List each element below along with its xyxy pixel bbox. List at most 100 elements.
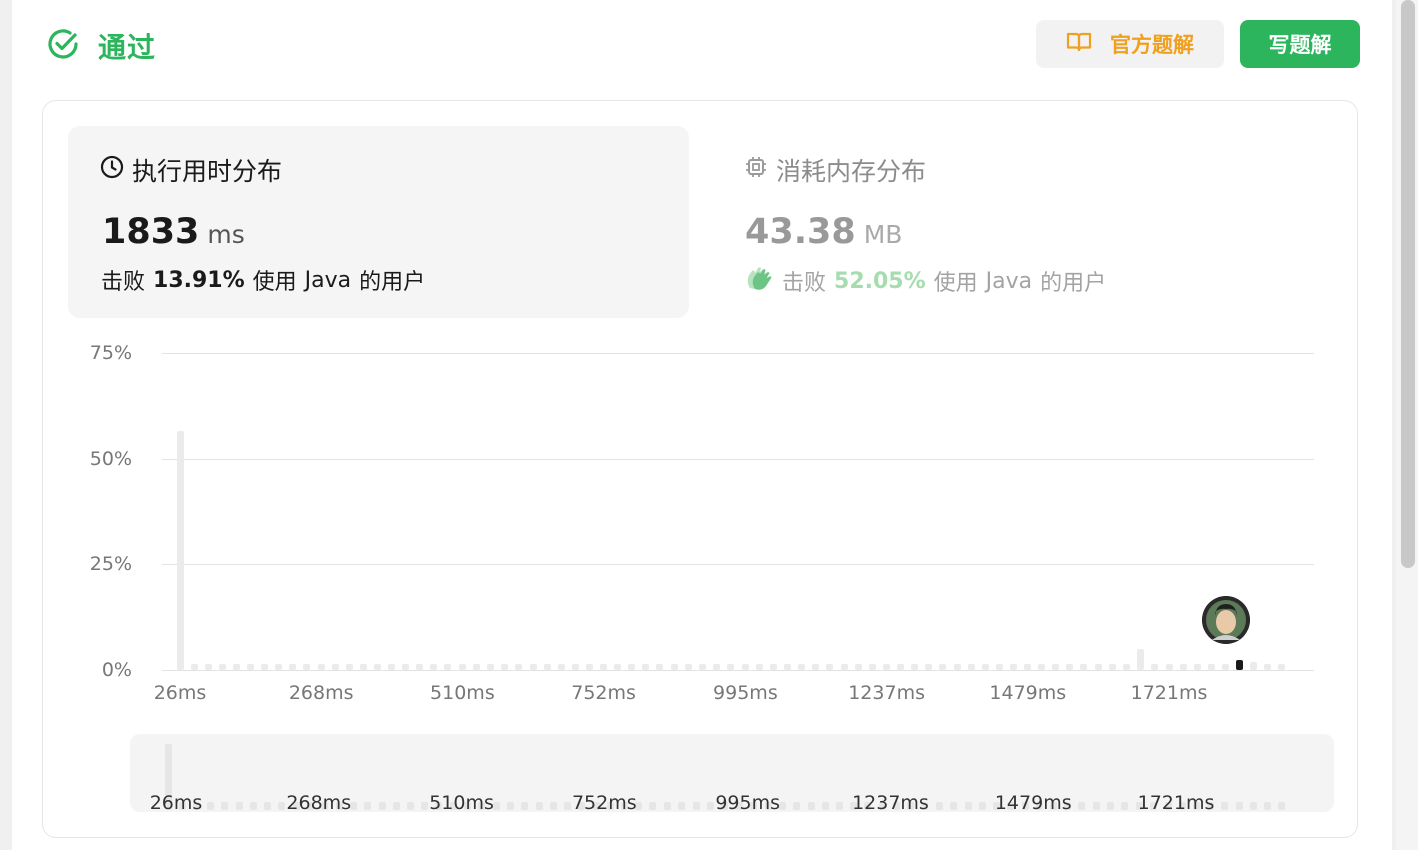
distribution-bar[interactable] [458,664,466,670]
distribution-bar[interactable] [911,664,919,670]
distribution-bar[interactable] [1024,664,1032,670]
distribution-bar[interactable] [670,664,678,670]
distribution-bar[interactable] [1066,664,1074,670]
distribution-bar[interactable] [500,664,508,670]
minimap-tick-label: 268ms [286,792,352,814]
user-avatar[interactable] [1202,596,1250,644]
distribution-bar[interactable] [514,664,522,670]
your-runtime-bar[interactable] [1236,660,1244,670]
minimap-tick-label: 510ms [429,792,494,814]
distribution-bar[interactable] [1052,664,1060,670]
distribution-bar[interactable] [359,664,367,670]
distribution-bar[interactable] [444,664,452,670]
distribution-bar[interactable] [925,664,933,670]
minimap-bar [406,802,414,810]
distribution-bar[interactable] [388,664,396,670]
y-tick-label: 0% [101,659,132,681]
minimap-bar [964,802,972,810]
distribution-bar[interactable] [812,664,820,670]
minimap-tick-label: 995ms [715,792,781,814]
distribution-bar[interactable] [995,664,1003,670]
distribution-bar[interactable] [1150,664,1158,670]
distribution-bar[interactable] [1080,664,1088,670]
distribution-bar[interactable] [698,664,706,670]
distribution-bar[interactable] [331,664,339,670]
distribution-bar[interactable] [303,664,311,670]
distribution-bar[interactable] [755,664,763,670]
distribution-bar[interactable] [797,664,805,670]
distribution-bar[interactable] [571,664,579,670]
distribution-bar[interactable] [529,664,537,670]
distribution-bar[interactable] [726,664,734,670]
distribution-bar[interactable] [939,664,947,670]
distribution-bar[interactable] [953,664,961,670]
minimap-bar [392,802,400,810]
distribution-bar[interactable] [373,664,381,670]
distribution-bar[interactable] [430,664,438,670]
distribution-bar[interactable] [275,664,283,670]
distribution-bar[interactable] [261,664,269,670]
y-tick-label: 50% [89,447,132,470]
distribution-bar[interactable] [1221,664,1229,670]
distribution-bar[interactable] [190,664,198,670]
distribution-bar[interactable] [1250,661,1258,670]
distribution-bar[interactable] [783,664,791,670]
distribution-bar[interactable] [600,664,608,670]
minimap-bar [563,802,571,810]
memory-beat-suffix-2: 的用户 [1040,271,1107,296]
distribution-bar[interactable] [1094,664,1102,670]
distribution-bar[interactable] [1038,664,1046,670]
distribution-bar[interactable] [232,664,240,670]
distribution-bar[interactable] [1165,664,1173,670]
distribution-bar[interactable] [543,664,551,670]
distribution-bar[interactable] [741,664,749,670]
distribution-bar[interactable] [416,664,424,670]
x-tick-label: 1237ms [848,682,925,704]
distribution-bar[interactable] [1122,664,1130,670]
distribution-bar[interactable] [1136,648,1144,670]
official-solution-button[interactable]: 官方题解 [1036,20,1224,68]
distribution-bar[interactable] [712,664,720,670]
distribution-bar[interactable] [1179,664,1187,670]
distribution-bar[interactable] [1108,664,1116,670]
distribution-bar[interactable] [1278,664,1286,670]
distribution-bar[interactable] [1009,664,1017,670]
distribution-bar[interactable] [345,664,353,670]
distribution-bar[interactable] [840,664,848,670]
distribution-bar[interactable] [967,664,975,670]
scrollbar-thumb[interactable] [1401,0,1415,568]
distribution-bar[interactable] [247,664,255,670]
distribution-bar[interactable] [897,664,905,670]
distribution-bar[interactable] [204,664,212,670]
distribution-bar[interactable] [1264,664,1272,670]
distribution-bar[interactable] [176,430,184,670]
distribution-bar[interactable] [557,664,565,670]
distribution-bar[interactable] [769,664,777,670]
distribution-bar[interactable] [656,664,664,670]
runtime-title[interactable]: 执行用时分布 [100,152,282,188]
distribution-bar[interactable] [289,664,297,670]
distribution-bar[interactable] [585,664,593,670]
distribution-bar[interactable] [628,664,636,670]
x-tick-label: 268ms [288,682,354,704]
clock-icon [100,155,132,185]
distribution-bar[interactable] [486,664,494,670]
distribution-bar[interactable] [317,664,325,670]
distribution-bar[interactable] [642,664,650,670]
distribution-bar[interactable] [854,664,862,670]
memory-title[interactable]: 消耗内存分布 [744,152,926,188]
distribution-bar[interactable] [402,664,410,670]
write-solution-button[interactable]: 写题解 [1240,20,1360,68]
distribution-bar[interactable] [868,664,876,670]
distribution-bar[interactable] [218,664,226,670]
distribution-bar[interactable] [981,664,989,670]
distribution-bar[interactable] [1207,664,1215,670]
runtime-beat-text: 击败 13.91% 使用 Java 的用户 [101,264,425,296]
distribution-bar[interactable] [1193,664,1201,670]
distribution-bar[interactable] [614,664,622,670]
distribution-bar[interactable] [472,664,480,670]
distribution-bar[interactable] [883,664,891,670]
distribution-bar[interactable] [684,664,692,670]
distribution-bar[interactable] [826,664,834,670]
minimap-bar [1235,802,1243,810]
